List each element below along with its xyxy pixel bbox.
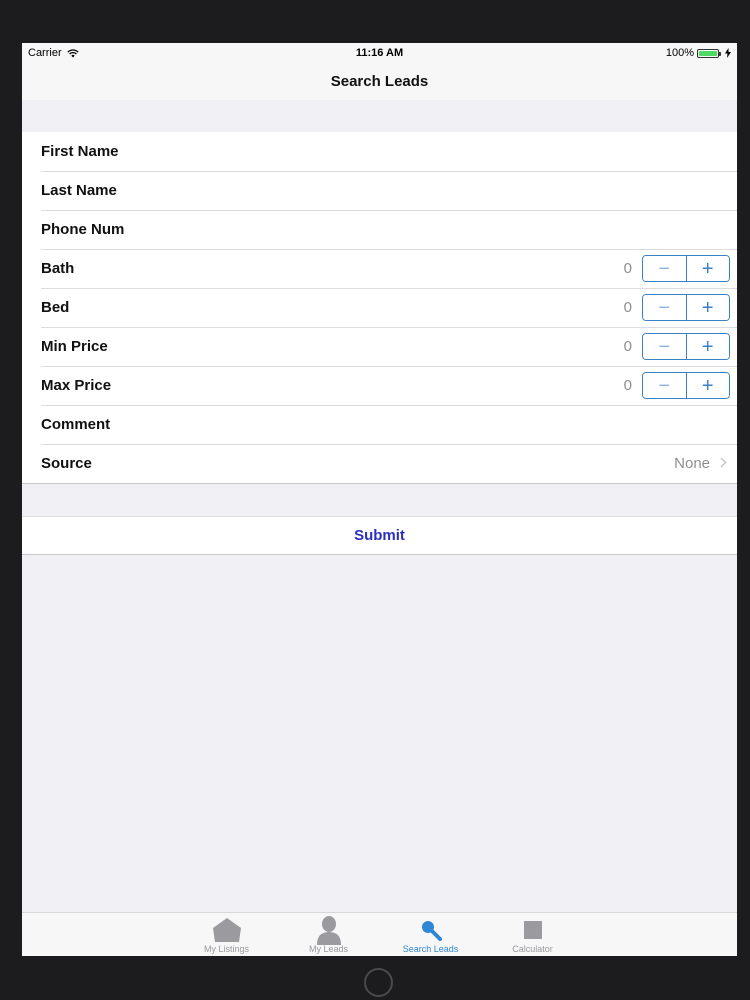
min-price-increment-button[interactable]: + [686,334,729,359]
bath-row: Bath 0 − + [22,249,737,288]
bed-label: Bed [41,299,70,316]
comment-field[interactable]: Comment [22,405,737,444]
bed-stepper: − + [642,294,730,321]
chevron-right-icon [720,455,727,472]
search-icon [420,915,442,945]
tab-label: My Listings [203,944,249,954]
max-price-row: Max Price 0 − + [22,366,737,405]
max-price-increment-button[interactable]: + [686,373,729,398]
charging-icon [725,48,731,58]
person-icon [316,915,342,945]
status-bar: Carrier 11:16 AM 100% [22,43,737,63]
calculator-icon [523,915,542,945]
tab-label: Calculator [512,944,553,954]
battery-percent: 100% [665,47,694,59]
battery-icon [697,48,721,58]
bath-stepper: − + [642,255,730,282]
tab-my-listings[interactable]: My Listings [176,913,278,956]
tab-search-leads[interactable]: Search Leads [380,913,482,956]
min-price-decrement-button[interactable]: − [643,334,687,359]
submit-row: Submit [22,516,737,555]
tab-calculator[interactable]: Calculator [482,913,584,956]
max-price-decrement-button[interactable]: − [643,373,687,398]
bath-decrement-button[interactable]: − [643,256,687,281]
max-price-value: 0 [623,377,632,394]
status-time: 11:16 AM [355,47,404,59]
page-title: Search Leads [330,73,429,90]
min-price-label: Min Price [41,338,108,355]
source-label: Source [41,455,92,472]
min-price-stepper: − + [642,333,730,360]
min-price-row: Min Price 0 − + [22,327,737,366]
first-name-label: First Name [41,143,119,160]
min-price-value: 0 [623,338,632,355]
source-value: None [674,455,710,472]
bath-label: Bath [41,260,75,277]
app-screen: Carrier 11:16 AM 100% Search Leads First… [22,43,737,956]
max-price-label: Max Price [41,377,112,394]
last-name-label: Last Name [41,182,117,199]
home-button[interactable] [364,968,393,997]
bed-value: 0 [623,299,632,316]
phone-label: Phone Num [41,221,125,238]
bath-increment-button[interactable]: + [686,256,729,281]
last-name-field[interactable]: Last Name [22,171,737,210]
bath-value: 0 [623,260,632,277]
source-row[interactable]: Source None [22,444,737,483]
status-right: 100% [666,47,731,59]
bed-decrement-button[interactable]: − [643,295,687,320]
first-name-field[interactable]: First Name [22,132,737,171]
navigation-bar: Search Leads [22,63,737,100]
house-icon [211,915,243,945]
phone-field[interactable]: Phone Num [22,210,737,249]
bed-increment-button[interactable]: + [686,295,729,320]
tab-label: My Leads [308,944,349,954]
tab-bar: My Listings My Leads Search Leads Calcul… [22,912,737,956]
comment-label: Comment [41,416,111,433]
bed-row: Bed 0 − + [22,288,737,327]
tab-label: Search Leads [402,944,459,954]
search-form: First Name Last Name Phone Num Bath 0 − … [22,132,737,484]
submit-button[interactable]: Submit [354,527,405,544]
tab-my-leads[interactable]: My Leads [278,913,380,956]
max-price-stepper: − + [642,372,730,399]
